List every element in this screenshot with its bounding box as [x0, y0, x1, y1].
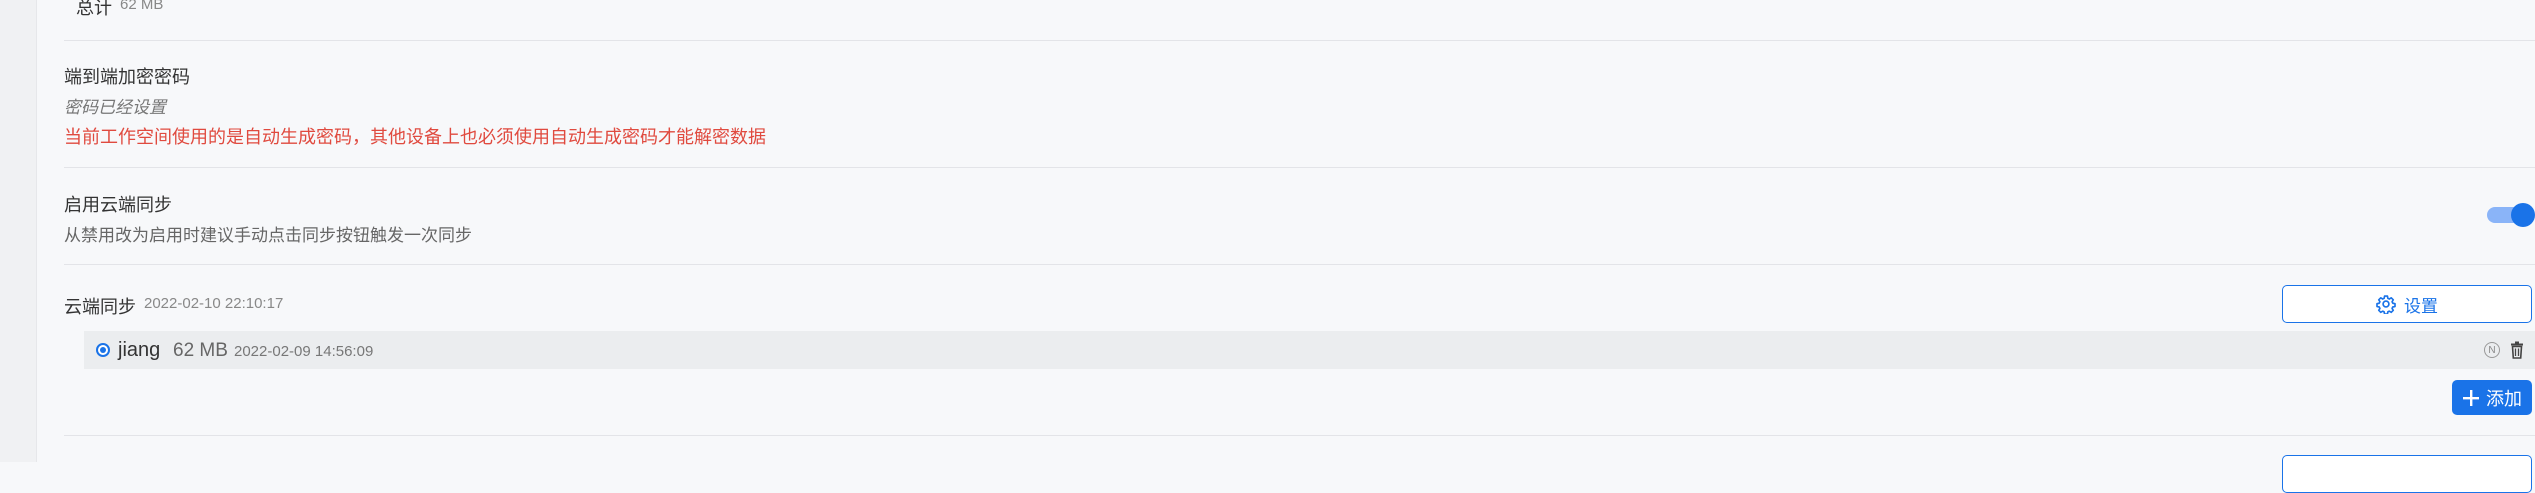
cloud-sync-enable-description: 从禁用改为启用时建议手动点击同步按钮触发一次同步: [64, 226, 472, 245]
plus-icon: [2463, 389, 2479, 406]
add-sync-button[interactable]: 添加: [2452, 380, 2532, 415]
item-date: 2022-02-09 14:56:09: [234, 343, 374, 360]
left-gutter: [0, 0, 37, 462]
item-badge: N: [2488, 344, 2496, 356]
list-item[interactable]: jiang 62 MB 2022-02-09 14:56:09 N: [84, 331, 2535, 369]
next-section-button[interactable]: [2282, 455, 2532, 493]
gear-icon: [2376, 295, 2396, 314]
storage-total-value: 62 MB: [120, 0, 164, 13]
e2e-status: 密码已经设置: [64, 98, 166, 117]
cloud-sync-enable-title: 启用云端同步: [64, 195, 172, 215]
badge-n-icon: N: [2484, 342, 2500, 358]
cloud-sync-last-sync: 2022-02-10 22:10:17: [144, 295, 284, 312]
divider: [64, 40, 2535, 41]
item-size: 62 MB: [173, 340, 228, 361]
item-name: jiang: [118, 339, 161, 361]
sync-settings-label: 设置: [2404, 296, 2438, 316]
item-radio[interactable]: [96, 343, 110, 357]
add-sync-label: 添加: [2486, 388, 2522, 409]
sync-settings-button[interactable]: 设置: [2282, 285, 2532, 323]
toggle-knob: [2511, 203, 2535, 227]
e2e-title: 端到端加密密码: [64, 67, 190, 87]
trash-icon[interactable]: [2509, 341, 2525, 359]
e2e-warning: 当前工作空间使用的是自动生成密码，其他设备上也必须使用自动生成密码才能解密数据: [64, 127, 766, 147]
cloud-sync-toggle[interactable]: [2487, 203, 2535, 227]
settings-panel: 总计 62 MB 端到端加密密码 密码已经设置 当前工作空间使用的是自动生成密码…: [36, 0, 2535, 493]
storage-total-label: 总计: [76, 0, 112, 18]
cloud-sync-title: 云端同步: [64, 297, 136, 317]
divider: [64, 167, 2535, 168]
divider: [64, 264, 2535, 265]
divider: [64, 435, 2535, 436]
